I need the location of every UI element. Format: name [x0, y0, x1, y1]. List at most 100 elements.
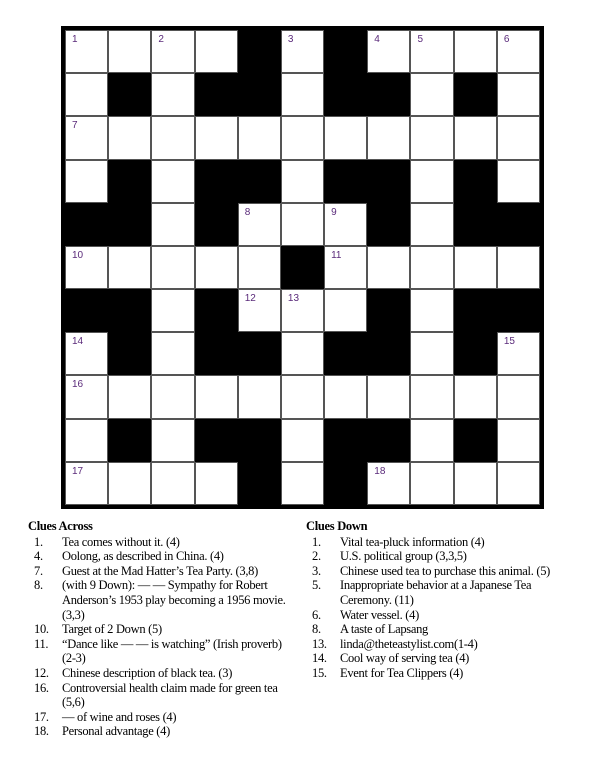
grid-cell[interactable]	[151, 461, 195, 505]
grid-cell[interactable]: 4	[367, 30, 411, 74]
grid-cell[interactable]	[237, 245, 281, 290]
grid-cell[interactable]	[410, 375, 454, 419]
grid-cell-black	[65, 202, 109, 246]
grid-cell[interactable]	[453, 245, 497, 290]
clue-item-text: (with 9 Down): — — Sympathy for Robert A…	[62, 578, 286, 622]
grid-cell[interactable]	[280, 116, 325, 160]
grid-cell[interactable]	[410, 159, 454, 203]
grid-cell[interactable]	[496, 73, 540, 117]
grid-cell[interactable]: 11	[324, 245, 368, 290]
grid-cell[interactable]	[324, 116, 368, 160]
grid-cell[interactable]	[410, 116, 454, 160]
grid-cell[interactable]	[108, 116, 152, 160]
grid-cell[interactable]	[280, 418, 325, 462]
grid-cell[interactable]	[367, 116, 411, 160]
grid-cell[interactable]: 1	[65, 30, 109, 74]
grid-cell[interactable]: 6	[496, 30, 540, 74]
grid-cell[interactable]	[367, 245, 411, 290]
grid-cell[interactable]	[410, 461, 454, 505]
grid-cell[interactable]	[151, 245, 195, 290]
grid-cell[interactable]	[280, 461, 325, 505]
grid-cell[interactable]	[194, 461, 238, 505]
grid-cell[interactable]	[367, 375, 411, 419]
grid-cell[interactable]	[151, 418, 195, 462]
grid-cell[interactable]	[65, 159, 109, 203]
clue-number-label: 13	[287, 293, 300, 305]
grid-cell[interactable]	[108, 30, 152, 74]
grid-cell[interactable]	[237, 375, 281, 419]
grid-cell[interactable]	[194, 116, 238, 160]
grid-cell[interactable]	[237, 116, 281, 160]
grid-cell[interactable]: 13	[280, 289, 325, 333]
grid-cell[interactable]: 10	[65, 245, 109, 290]
grid-cell[interactable]: 8	[237, 202, 281, 246]
grid-cell[interactable]	[496, 375, 540, 419]
grid-cell[interactable]	[151, 73, 195, 117]
grid-cell[interactable]	[496, 461, 540, 505]
grid-cell-black	[324, 418, 368, 462]
grid-cell[interactable]: 17	[65, 461, 109, 505]
grid-cell[interactable]	[453, 30, 497, 74]
grid-cell[interactable]: 12	[237, 289, 281, 333]
clue-number-label: 17	[72, 465, 84, 477]
grid-cell[interactable]	[453, 461, 497, 505]
grid-cell[interactable]: 16	[65, 375, 109, 419]
grid-cell[interactable]	[194, 245, 238, 290]
grid-cell[interactable]	[410, 245, 454, 290]
clue-item-number: 10.	[34, 622, 49, 637]
grid-cell[interactable]	[324, 289, 368, 333]
grid-cell[interactable]	[453, 116, 497, 160]
grid-cell[interactable]: 9	[324, 202, 368, 246]
grid-cell[interactable]	[280, 159, 325, 203]
grid-cell[interactable]	[151, 202, 195, 246]
grid-cell[interactable]: 15	[496, 332, 540, 376]
grid-cell[interactable]	[151, 116, 195, 160]
clue-item: 8. A taste of Lapsang	[306, 622, 576, 637]
grid-cell[interactable]	[496, 418, 540, 462]
grid-cell[interactable]: 2	[151, 30, 195, 74]
grid-cell[interactable]	[280, 73, 325, 117]
grid-cell[interactable]	[496, 116, 540, 160]
grid-cell[interactable]: 5	[410, 30, 454, 74]
grid-cell[interactable]	[280, 202, 325, 246]
grid-cell[interactable]	[151, 332, 195, 376]
clues-across-heading: Clues Across	[28, 519, 93, 533]
clue-item-number: 17.	[34, 709, 49, 724]
grid-cell[interactable]	[496, 245, 540, 290]
grid-cell[interactable]	[280, 332, 325, 376]
clue-number-label: 1	[72, 34, 78, 45]
grid-cell[interactable]	[324, 375, 368, 419]
grid-cell[interactable]: 14	[65, 332, 109, 376]
grid-cell[interactable]	[280, 375, 325, 419]
clue-number-label: 4	[374, 34, 380, 45]
grid-cell[interactable]	[410, 289, 454, 333]
grid-cell[interactable]	[151, 375, 195, 419]
grid-cell[interactable]: 3	[280, 30, 325, 74]
grid-cell-black	[194, 202, 238, 246]
grid-cell-black	[194, 289, 238, 333]
grid-cell[interactable]	[151, 159, 195, 203]
grid-cell[interactable]	[108, 375, 152, 419]
grid-cell[interactable]	[65, 73, 109, 117]
grid-cell[interactable]	[108, 461, 152, 505]
grid-cell[interactable]	[410, 202, 454, 246]
grid-cell[interactable]	[453, 375, 497, 419]
grid-cell-black	[194, 332, 238, 376]
clue-item-number: 16.	[34, 680, 49, 695]
grid-cell[interactable]	[65, 418, 109, 462]
grid-cell[interactable]	[410, 418, 454, 462]
grid-cell-black	[237, 461, 281, 505]
grid-cell[interactable]	[194, 375, 238, 419]
clue-number-label: 3	[287, 34, 294, 45]
grid-cell[interactable]	[194, 30, 238, 74]
grid-cell[interactable]: 7	[65, 116, 109, 160]
grid-cell[interactable]	[496, 159, 540, 203]
clues-across-section: Clues Across 1. Tea comes without it. (4)…	[28, 519, 290, 739]
grid-cell[interactable]	[108, 245, 152, 290]
grid-cell-black	[367, 202, 411, 246]
grid-cell[interactable]	[410, 332, 454, 376]
grid-cell[interactable]	[151, 289, 195, 333]
grid-cell[interactable]: 18	[367, 461, 411, 505]
grid-cell[interactable]	[410, 73, 454, 117]
grid-cell-black	[324, 461, 368, 505]
